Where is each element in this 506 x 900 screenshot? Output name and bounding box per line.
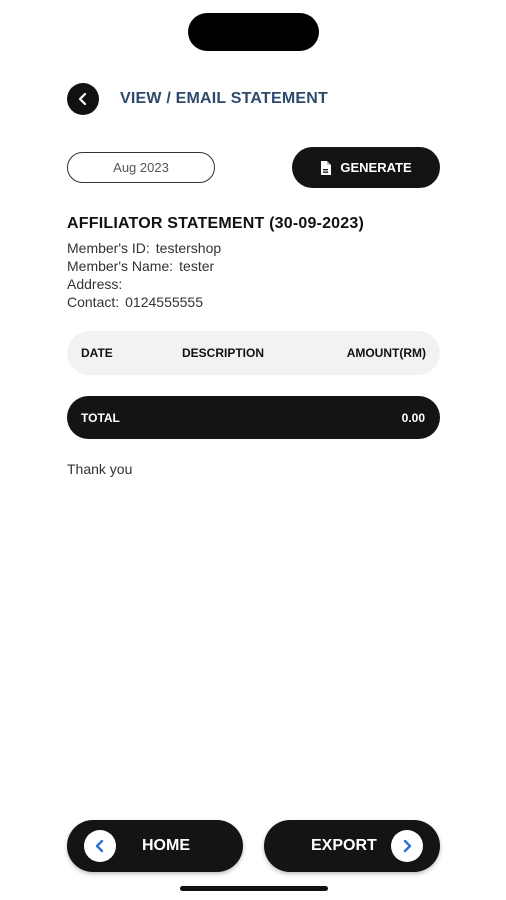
header: VIEW / EMAIL STATEMENT: [67, 83, 328, 115]
generate-button[interactable]: GENERATE: [292, 147, 440, 188]
column-header-date: DATE: [81, 346, 113, 360]
total-value: 0.00: [401, 411, 425, 425]
chevron-left-icon: [76, 92, 90, 106]
export-button[interactable]: EXPORT: [264, 820, 440, 872]
back-button[interactable]: [67, 83, 99, 115]
member-id-label: Member's ID:: [67, 240, 150, 256]
member-id-value: testershop: [155, 240, 222, 256]
document-icon: [320, 160, 332, 175]
address-label: Address:: [67, 276, 123, 292]
total-row: TOTAL 0.00: [67, 396, 440, 439]
member-id-row: Member's ID: testershop: [67, 239, 221, 257]
total-label: TOTAL: [81, 411, 120, 425]
address-row: Address:: [67, 275, 221, 293]
member-name-label: Member's Name:: [67, 258, 174, 274]
member-name-value: tester: [179, 258, 215, 274]
home-indicator: [180, 886, 328, 891]
column-header-description: DESCRIPTION: [182, 346, 265, 360]
thank-you-note: Thank you: [67, 461, 133, 477]
contact-row: Contact: 0124555555: [67, 293, 221, 311]
contact-label: Contact:: [67, 294, 120, 310]
contact-value: 0124555555: [125, 294, 204, 310]
member-info: Member's ID: testershop Member's Name: tes…: [67, 239, 221, 311]
home-button[interactable]: HOME: [67, 820, 243, 872]
home-label: HOME: [142, 837, 190, 854]
table-header: DATE DESCRIPTION AMOUNT(RM): [67, 331, 440, 375]
chevron-left-icon: [84, 830, 116, 862]
member-name-row: Member's Name: tester: [67, 257, 221, 275]
column-header-amount: AMOUNT(RM): [346, 346, 426, 360]
export-label: EXPORT: [311, 837, 377, 854]
chevron-right-icon: [391, 830, 423, 862]
generate-label: GENERATE: [340, 160, 412, 175]
statement-title: AFFILIATOR STATEMENT (30-09-2023): [67, 215, 365, 232]
dynamic-island: [188, 13, 319, 51]
page-title: VIEW / EMAIL STATEMENT: [120, 90, 328, 107]
month-selector[interactable]: Aug 2023: [67, 152, 215, 183]
